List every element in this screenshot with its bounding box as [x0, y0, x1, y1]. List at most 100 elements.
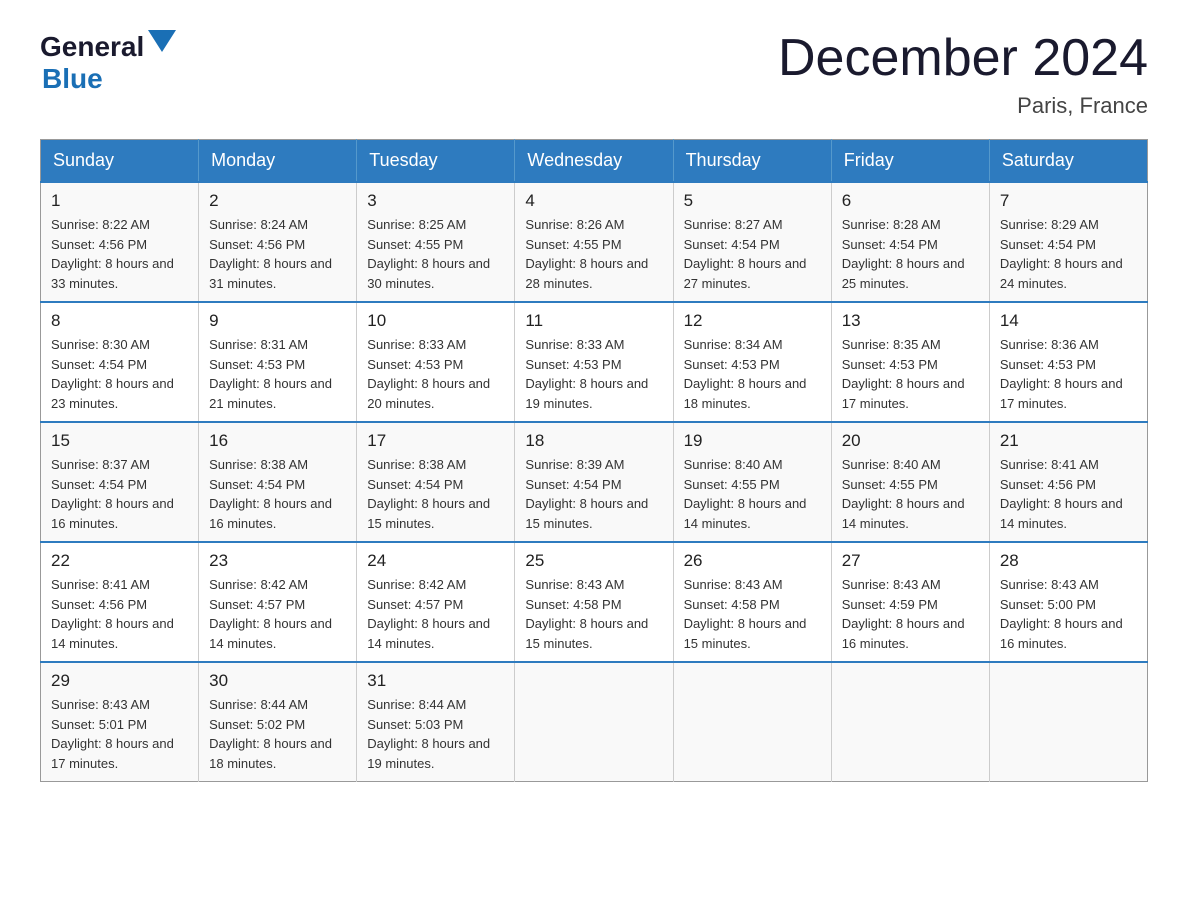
- calendar-cell: 19 Sunrise: 8:40 AM Sunset: 4:55 PM Dayl…: [673, 422, 831, 542]
- month-title: December 2024: [778, 30, 1148, 87]
- sunrise-label: Sunrise: 8:33 AM: [367, 337, 466, 352]
- calendar-cell: [831, 662, 989, 782]
- day-number: 5: [684, 191, 821, 211]
- calendar-cell: 24 Sunrise: 8:42 AM Sunset: 4:57 PM Dayl…: [357, 542, 515, 662]
- calendar-cell: 8 Sunrise: 8:30 AM Sunset: 4:54 PM Dayli…: [41, 302, 199, 422]
- day-info: Sunrise: 8:44 AM Sunset: 5:03 PM Dayligh…: [367, 695, 504, 773]
- day-info: Sunrise: 8:43 AM Sunset: 4:58 PM Dayligh…: [525, 575, 662, 653]
- sunrise-label: Sunrise: 8:36 AM: [1000, 337, 1099, 352]
- day-number: 2: [209, 191, 346, 211]
- title-area: December 2024 Paris, France: [778, 30, 1148, 119]
- day-info: Sunrise: 8:43 AM Sunset: 5:00 PM Dayligh…: [1000, 575, 1137, 653]
- day-info: Sunrise: 8:41 AM Sunset: 4:56 PM Dayligh…: [1000, 455, 1137, 533]
- day-number: 30: [209, 671, 346, 691]
- calendar-cell: 5 Sunrise: 8:27 AM Sunset: 4:54 PM Dayli…: [673, 182, 831, 302]
- day-number: 22: [51, 551, 188, 571]
- day-info: Sunrise: 8:40 AM Sunset: 4:55 PM Dayligh…: [842, 455, 979, 533]
- sunset-label: Sunset: 4:53 PM: [684, 357, 780, 372]
- day-info: Sunrise: 8:35 AM Sunset: 4:53 PM Dayligh…: [842, 335, 979, 413]
- logo-arrow-icon: [148, 30, 176, 52]
- calendar-cell: 11 Sunrise: 8:33 AM Sunset: 4:53 PM Dayl…: [515, 302, 673, 422]
- header-sunday: Sunday: [41, 140, 199, 183]
- calendar-cell: 14 Sunrise: 8:36 AM Sunset: 4:53 PM Dayl…: [989, 302, 1147, 422]
- calendar-cell: 20 Sunrise: 8:40 AM Sunset: 4:55 PM Dayl…: [831, 422, 989, 542]
- sunset-label: Sunset: 4:54 PM: [525, 477, 621, 492]
- calendar-cell: 15 Sunrise: 8:37 AM Sunset: 4:54 PM Dayl…: [41, 422, 199, 542]
- day-number: 25: [525, 551, 662, 571]
- sunrise-label: Sunrise: 8:31 AM: [209, 337, 308, 352]
- calendar-week-row: 8 Sunrise: 8:30 AM Sunset: 4:54 PM Dayli…: [41, 302, 1148, 422]
- sunrise-label: Sunrise: 8:27 AM: [684, 217, 783, 232]
- calendar-cell: 21 Sunrise: 8:41 AM Sunset: 4:56 PM Dayl…: [989, 422, 1147, 542]
- daylight-label: Daylight: 8 hours and 17 minutes.: [51, 736, 174, 771]
- sunrise-label: Sunrise: 8:44 AM: [367, 697, 466, 712]
- calendar-cell: 22 Sunrise: 8:41 AM Sunset: 4:56 PM Dayl…: [41, 542, 199, 662]
- sunset-label: Sunset: 4:56 PM: [51, 237, 147, 252]
- calendar-cell: 28 Sunrise: 8:43 AM Sunset: 5:00 PM Dayl…: [989, 542, 1147, 662]
- sunset-label: Sunset: 4:53 PM: [209, 357, 305, 372]
- day-number: 12: [684, 311, 821, 331]
- day-number: 8: [51, 311, 188, 331]
- daylight-label: Daylight: 8 hours and 14 minutes.: [842, 496, 965, 531]
- day-number: 18: [525, 431, 662, 451]
- sunrise-label: Sunrise: 8:39 AM: [525, 457, 624, 472]
- day-number: 29: [51, 671, 188, 691]
- calendar-cell: 29 Sunrise: 8:43 AM Sunset: 5:01 PM Dayl…: [41, 662, 199, 782]
- day-info: Sunrise: 8:34 AM Sunset: 4:53 PM Dayligh…: [684, 335, 821, 413]
- calendar-cell: 13 Sunrise: 8:35 AM Sunset: 4:53 PM Dayl…: [831, 302, 989, 422]
- logo: General Blue: [40, 30, 176, 95]
- sunrise-label: Sunrise: 8:30 AM: [51, 337, 150, 352]
- sunset-label: Sunset: 5:03 PM: [367, 717, 463, 732]
- day-number: 9: [209, 311, 346, 331]
- page-header: General Blue December 2024 Paris, France: [40, 30, 1148, 119]
- sunset-label: Sunset: 4:58 PM: [525, 597, 621, 612]
- day-number: 27: [842, 551, 979, 571]
- calendar-cell: 26 Sunrise: 8:43 AM Sunset: 4:58 PM Dayl…: [673, 542, 831, 662]
- day-number: 31: [367, 671, 504, 691]
- daylight-label: Daylight: 8 hours and 33 minutes.: [51, 256, 174, 291]
- sunrise-label: Sunrise: 8:43 AM: [51, 697, 150, 712]
- day-info: Sunrise: 8:33 AM Sunset: 4:53 PM Dayligh…: [367, 335, 504, 413]
- header-monday: Monday: [199, 140, 357, 183]
- day-info: Sunrise: 8:31 AM Sunset: 4:53 PM Dayligh…: [209, 335, 346, 413]
- sunrise-label: Sunrise: 8:34 AM: [684, 337, 783, 352]
- day-number: 24: [367, 551, 504, 571]
- calendar-cell: 25 Sunrise: 8:43 AM Sunset: 4:58 PM Dayl…: [515, 542, 673, 662]
- sunset-label: Sunset: 4:55 PM: [525, 237, 621, 252]
- daylight-label: Daylight: 8 hours and 28 minutes.: [525, 256, 648, 291]
- daylight-label: Daylight: 8 hours and 25 minutes.: [842, 256, 965, 291]
- sunrise-label: Sunrise: 8:40 AM: [842, 457, 941, 472]
- daylight-label: Daylight: 8 hours and 18 minutes.: [209, 736, 332, 771]
- daylight-label: Daylight: 8 hours and 24 minutes.: [1000, 256, 1123, 291]
- daylight-label: Daylight: 8 hours and 16 minutes.: [1000, 616, 1123, 651]
- daylight-label: Daylight: 8 hours and 16 minutes.: [842, 616, 965, 651]
- daylight-label: Daylight: 8 hours and 23 minutes.: [51, 376, 174, 411]
- sunset-label: Sunset: 4:54 PM: [842, 237, 938, 252]
- calendar-cell: 18 Sunrise: 8:39 AM Sunset: 4:54 PM Dayl…: [515, 422, 673, 542]
- sunset-label: Sunset: 4:56 PM: [1000, 477, 1096, 492]
- header-thursday: Thursday: [673, 140, 831, 183]
- daylight-label: Daylight: 8 hours and 17 minutes.: [842, 376, 965, 411]
- daylight-label: Daylight: 8 hours and 16 minutes.: [209, 496, 332, 531]
- sunrise-label: Sunrise: 8:33 AM: [525, 337, 624, 352]
- sunrise-label: Sunrise: 8:22 AM: [51, 217, 150, 232]
- calendar-cell: 9 Sunrise: 8:31 AM Sunset: 4:53 PM Dayli…: [199, 302, 357, 422]
- sunrise-label: Sunrise: 8:26 AM: [525, 217, 624, 232]
- day-info: Sunrise: 8:39 AM Sunset: 4:54 PM Dayligh…: [525, 455, 662, 533]
- sunset-label: Sunset: 4:54 PM: [51, 357, 147, 372]
- daylight-label: Daylight: 8 hours and 31 minutes.: [209, 256, 332, 291]
- daylight-label: Daylight: 8 hours and 17 minutes.: [1000, 376, 1123, 411]
- sunrise-label: Sunrise: 8:42 AM: [209, 577, 308, 592]
- daylight-label: Daylight: 8 hours and 14 minutes.: [367, 616, 490, 651]
- day-number: 16: [209, 431, 346, 451]
- calendar-week-row: 15 Sunrise: 8:37 AM Sunset: 4:54 PM Dayl…: [41, 422, 1148, 542]
- day-info: Sunrise: 8:44 AM Sunset: 5:02 PM Dayligh…: [209, 695, 346, 773]
- sunset-label: Sunset: 4:54 PM: [51, 477, 147, 492]
- logo-blue-text: Blue: [42, 63, 103, 94]
- header-wednesday: Wednesday: [515, 140, 673, 183]
- header-friday: Friday: [831, 140, 989, 183]
- daylight-label: Daylight: 8 hours and 19 minutes.: [525, 376, 648, 411]
- calendar-cell: 31 Sunrise: 8:44 AM Sunset: 5:03 PM Dayl…: [357, 662, 515, 782]
- calendar-week-row: 22 Sunrise: 8:41 AM Sunset: 4:56 PM Dayl…: [41, 542, 1148, 662]
- day-info: Sunrise: 8:37 AM Sunset: 4:54 PM Dayligh…: [51, 455, 188, 533]
